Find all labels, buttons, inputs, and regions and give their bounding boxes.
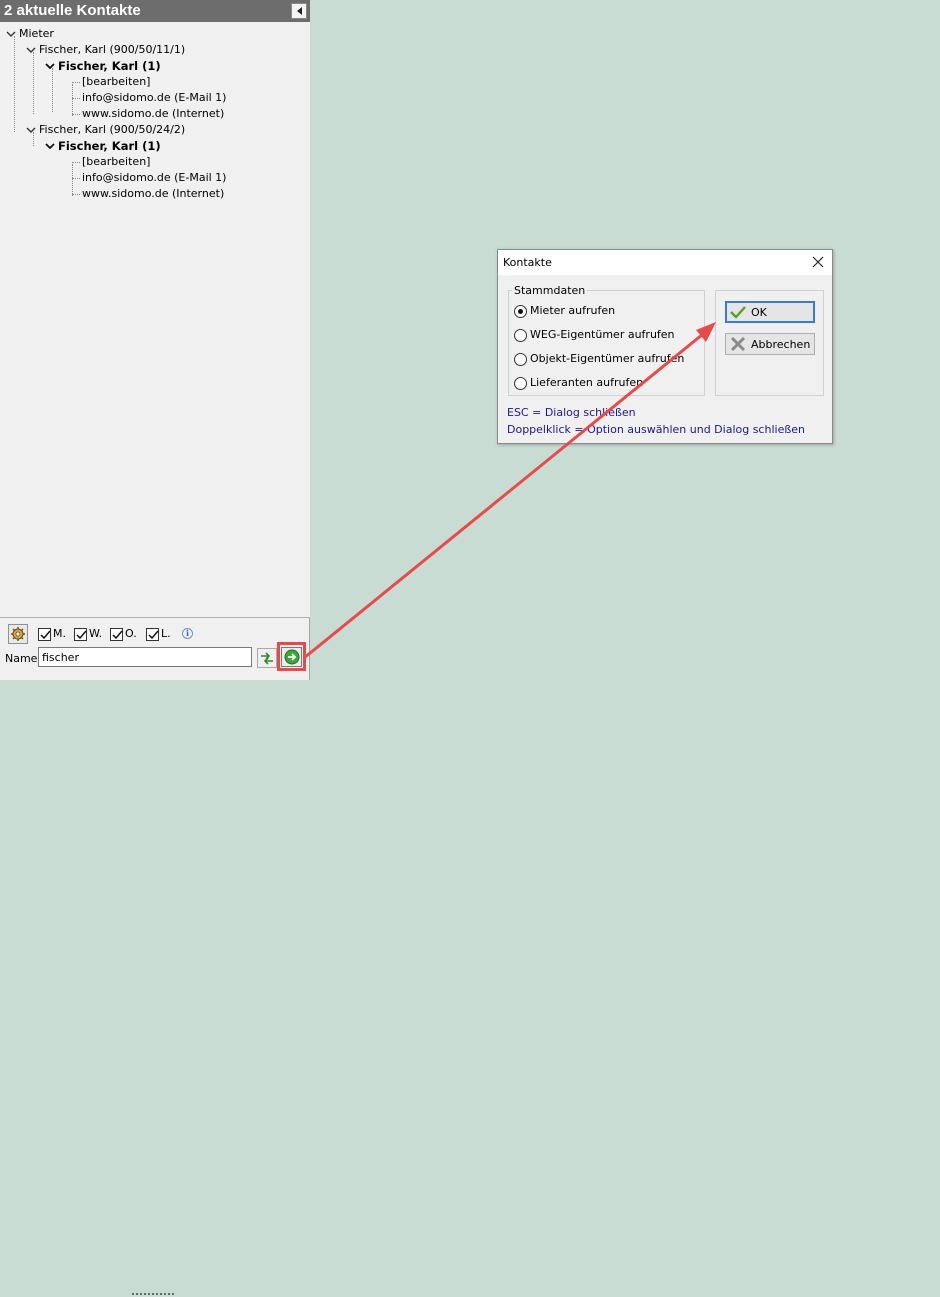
radio-button[interactable] xyxy=(514,328,527,342)
tree-connector xyxy=(72,82,80,83)
filter-check-m[interactable]: M. xyxy=(38,626,66,642)
filter-check-o[interactable]: O. xyxy=(110,626,137,642)
tree-node-contract[interactable]: Fischer, Karl (900/50/24/2) xyxy=(25,122,185,138)
resize-grip[interactable] xyxy=(132,1293,174,1297)
option-tenant[interactable]: Mieter aufrufen xyxy=(514,303,615,319)
panel-header: 2 aktuelle Kontakte xyxy=(0,0,310,22)
tree-item-email[interactable]: info@sidomo.de (E-Mail 1) xyxy=(82,90,226,106)
close-button[interactable] xyxy=(810,254,826,270)
radio-button[interactable] xyxy=(514,376,527,390)
tree-connector xyxy=(72,98,80,99)
contacts-tree: Mieter Fischer, Karl (900/50/11/1) Fisch… xyxy=(0,22,310,618)
tree-connector xyxy=(33,52,34,114)
tree-item-website[interactable]: www.sidomo.de (Internet) xyxy=(82,186,224,202)
tree-connector xyxy=(72,178,80,179)
name-search-input[interactable] xyxy=(38,647,252,667)
collapse-panel-button[interactable] xyxy=(291,3,307,19)
tree-connector xyxy=(52,68,53,112)
tree-item-email[interactable]: info@sidomo.de (E-Mail 1) xyxy=(82,170,226,186)
contacts-panel: 2 aktuelle Kontakte Mieter Fischer, Karl… xyxy=(0,0,310,1295)
tree-connector xyxy=(72,114,80,115)
chevron-down-icon[interactable] xyxy=(44,61,56,71)
option-property-owner[interactable]: Objekt-Eigentümer aufrufen xyxy=(514,351,684,367)
filter-check-l[interactable]: L. xyxy=(146,626,171,642)
checkbox[interactable] xyxy=(74,627,87,641)
go-button[interactable] xyxy=(281,647,302,667)
filter-bar: M. W. O. L. i Name: xyxy=(0,620,310,1295)
cancel-button[interactable]: Abbrechen xyxy=(725,333,815,355)
arrow-left-icon xyxy=(296,7,302,15)
tree-node-person[interactable]: Fischer, Karl (1) xyxy=(44,58,161,74)
hint-escape: ESC = Dialog schließen xyxy=(507,406,636,419)
option-supplier[interactable]: Lieferanten aufrufen xyxy=(514,375,643,391)
tree-node-mieter[interactable]: Mieter xyxy=(5,26,54,42)
tree-item-edit[interactable]: [bearbeiten] xyxy=(82,74,150,90)
filter-check-w[interactable]: W. xyxy=(74,626,102,642)
tree-item-website[interactable]: www.sidomo.de (Internet) xyxy=(82,106,224,122)
checkbox[interactable] xyxy=(146,627,159,641)
gear-icon xyxy=(11,627,25,641)
chevron-down-icon[interactable] xyxy=(25,45,37,55)
info-icon[interactable]: i xyxy=(182,628,193,639)
radio-button[interactable] xyxy=(514,352,527,366)
cross-icon xyxy=(730,337,746,351)
chevron-down-icon[interactable] xyxy=(44,141,56,151)
dialog-title: Kontakte xyxy=(503,256,552,269)
close-icon xyxy=(812,256,824,268)
radio-button[interactable] xyxy=(514,304,527,318)
option-weg-owner[interactable]: WEG-Eigentümer aufrufen xyxy=(514,327,675,343)
checkmark-icon xyxy=(730,306,746,319)
arrow-right-circle-icon xyxy=(284,649,299,665)
contacts-dialog: Kontakte Stammdaten Mieter aufrufen WEG-… xyxy=(497,249,833,444)
checkbox[interactable] xyxy=(110,627,123,641)
hint-double-click: Doppelklick = Option auswählen und Dialo… xyxy=(507,423,806,436)
tree-connector xyxy=(72,194,80,195)
ok-button[interactable]: OK xyxy=(725,301,815,323)
chevron-down-icon[interactable] xyxy=(5,29,17,39)
tree-connector xyxy=(72,164,73,196)
dialog-titlebar[interactable]: Kontakte xyxy=(498,250,832,275)
tree-item-edit[interactable]: [bearbeiten] xyxy=(82,154,150,170)
panel-title: 2 aktuelle Kontakte xyxy=(4,2,141,19)
group-label: Stammdaten xyxy=(512,284,588,297)
tree-node-contract[interactable]: Fischer, Karl (900/50/11/1) xyxy=(25,42,185,58)
name-label: Name: xyxy=(5,652,42,665)
refresh-button[interactable] xyxy=(257,648,277,668)
tree-connector xyxy=(72,84,73,116)
tree-connector xyxy=(72,162,80,163)
tree-connector xyxy=(14,36,15,132)
checkbox[interactable] xyxy=(38,627,51,641)
tree-node-person[interactable]: Fischer, Karl (1) xyxy=(44,138,161,154)
swap-arrows-icon xyxy=(261,652,273,665)
settings-button[interactable] xyxy=(8,624,28,644)
chevron-down-icon[interactable] xyxy=(25,125,37,135)
